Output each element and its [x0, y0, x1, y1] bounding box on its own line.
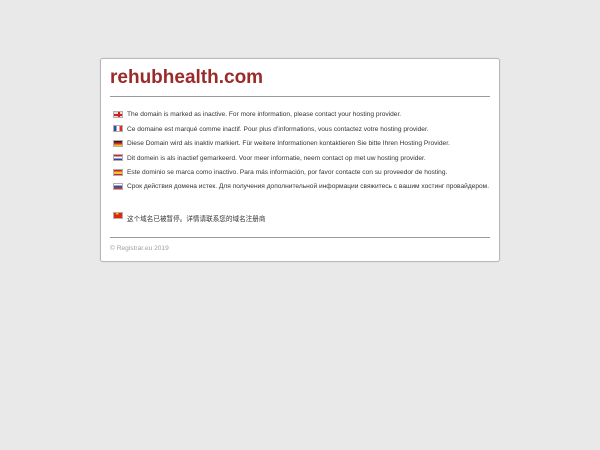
- netherlands-flag-icon: [113, 154, 123, 161]
- france-flag-icon: [113, 125, 123, 132]
- message-chinese: 这个域名已被暂停。详情请联系您的域名注册商: [113, 210, 493, 225]
- message-text: Срок действия домена истек. Для получени…: [127, 183, 490, 190]
- message-text: Ce domaine est marqué comme inactif. Pou…: [127, 125, 429, 133]
- page-title: rehubhealth.com: [110, 67, 264, 88]
- divider-bottom: [110, 237, 490, 238]
- message-french: Ce domaine est marqué comme inactif. Pou…: [113, 123, 493, 138]
- message-text: 这个域名已被暂停。详情请联系您的域名注册商: [127, 215, 266, 223]
- china-flag-icon: [113, 212, 123, 219]
- spain-flag-icon: [113, 168, 123, 176]
- divider-top: [110, 96, 490, 97]
- message-russian: Срок действия домена истек. Для получени…: [113, 181, 493, 210]
- message-text: Diese Domain wird als inaktiv markiert. …: [127, 140, 450, 147]
- russia-flag-icon: [113, 183, 123, 190]
- message-text: Este dominio se marca como inactivo. Par…: [127, 169, 448, 176]
- copyright-notice: © Registrar.eu 2019: [110, 245, 169, 252]
- message-spanish: Este dominio se marca como inactivo. Par…: [113, 166, 493, 181]
- message-english: The domain is marked as inactive. For mo…: [113, 108, 493, 123]
- message-list: The domain is marked as inactive. For mo…: [113, 108, 493, 224]
- message-text: The domain is marked as inactive. For mo…: [127, 111, 402, 118]
- message-dutch: Dit domein is als inactief gemarkeerd. V…: [113, 152, 493, 167]
- uk-flag-icon: [113, 110, 123, 118]
- message-text: Dit domein is als inactief gemarkeerd. V…: [127, 154, 426, 162]
- inactive-domain-card: rehubhealth.com The domain is marked as …: [100, 58, 500, 262]
- germany-flag-icon: [113, 139, 123, 147]
- message-german: Diese Domain wird als inaktiv markiert. …: [113, 137, 493, 152]
